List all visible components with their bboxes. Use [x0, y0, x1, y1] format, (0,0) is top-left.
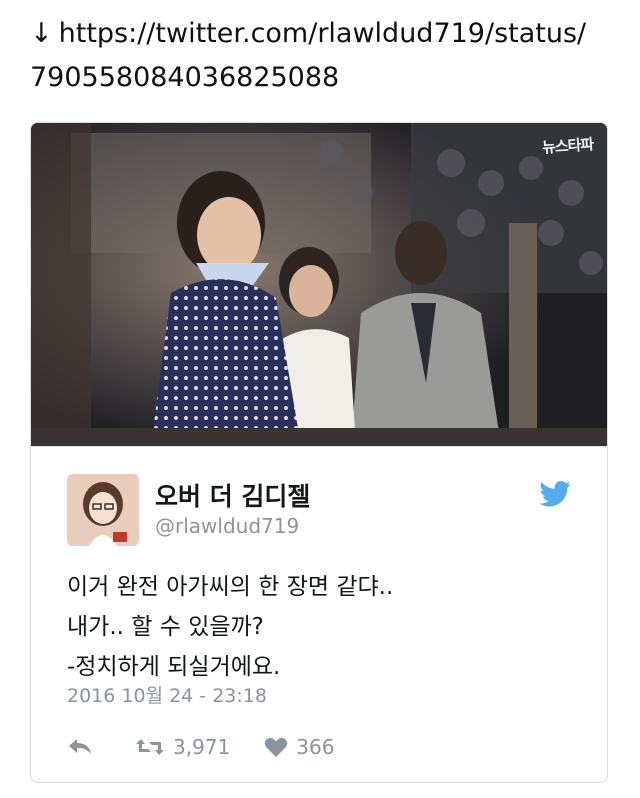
like-count: 366	[296, 735, 335, 759]
reply-button[interactable]	[67, 737, 101, 757]
tweet-photo[interactable]: 뉴스타파	[31, 123, 607, 446]
tweet-embed-card[interactable]: 뉴스타파 오버 더 김디젤 @rlawldud719 이거 완전 아가씨의 한 …	[30, 122, 608, 783]
like-button[interactable]: 366	[264, 735, 334, 759]
reply-icon	[69, 739, 91, 754]
url-line-2[interactable]: 790558084036825088	[30, 62, 339, 93]
tweet-text: 이거 완전 아가씨의 한 장면 같댜.. 내가.. 할 수 있을까? -정치하게…	[67, 567, 587, 687]
tweet-line-1: 이거 완전 아가씨의 한 장면 같댜..	[67, 574, 394, 600]
retweet-icon	[136, 739, 164, 755]
tweet-body: 오버 더 김디젤 @rlawldud719 이거 완전 아가씨의 한 장면 같댜…	[31, 446, 607, 782]
retweet-button[interactable]: 3,971	[135, 735, 230, 759]
heart-icon	[265, 737, 288, 757]
photo-scene	[31, 123, 607, 446]
url-line-1[interactable]: https://twitter.com/rlawldud719/status/	[59, 18, 587, 49]
tweet-actions: 3,971 366	[67, 732, 368, 762]
retweet-count: 3,971	[173, 735, 231, 759]
user-handle[interactable]: @rlawldud719	[155, 514, 299, 538]
tweet-line-2: 내가.. 할 수 있을까?	[67, 614, 264, 640]
tweet-url-text[interactable]: ↓ https://twitter.com/rlawldud719/status/…	[30, 12, 620, 100]
tweet-timestamp[interactable]: 2016 10월 24 - 23:18	[67, 681, 267, 708]
display-name[interactable]: 오버 더 김디젤	[155, 477, 310, 513]
newstapa-watermark: 뉴스타파	[541, 135, 594, 157]
twitter-bird-icon[interactable]	[539, 481, 571, 507]
avatar-illustration	[67, 474, 139, 546]
down-arrow-icon: ↓	[30, 18, 53, 49]
avatar[interactable]	[67, 474, 139, 546]
